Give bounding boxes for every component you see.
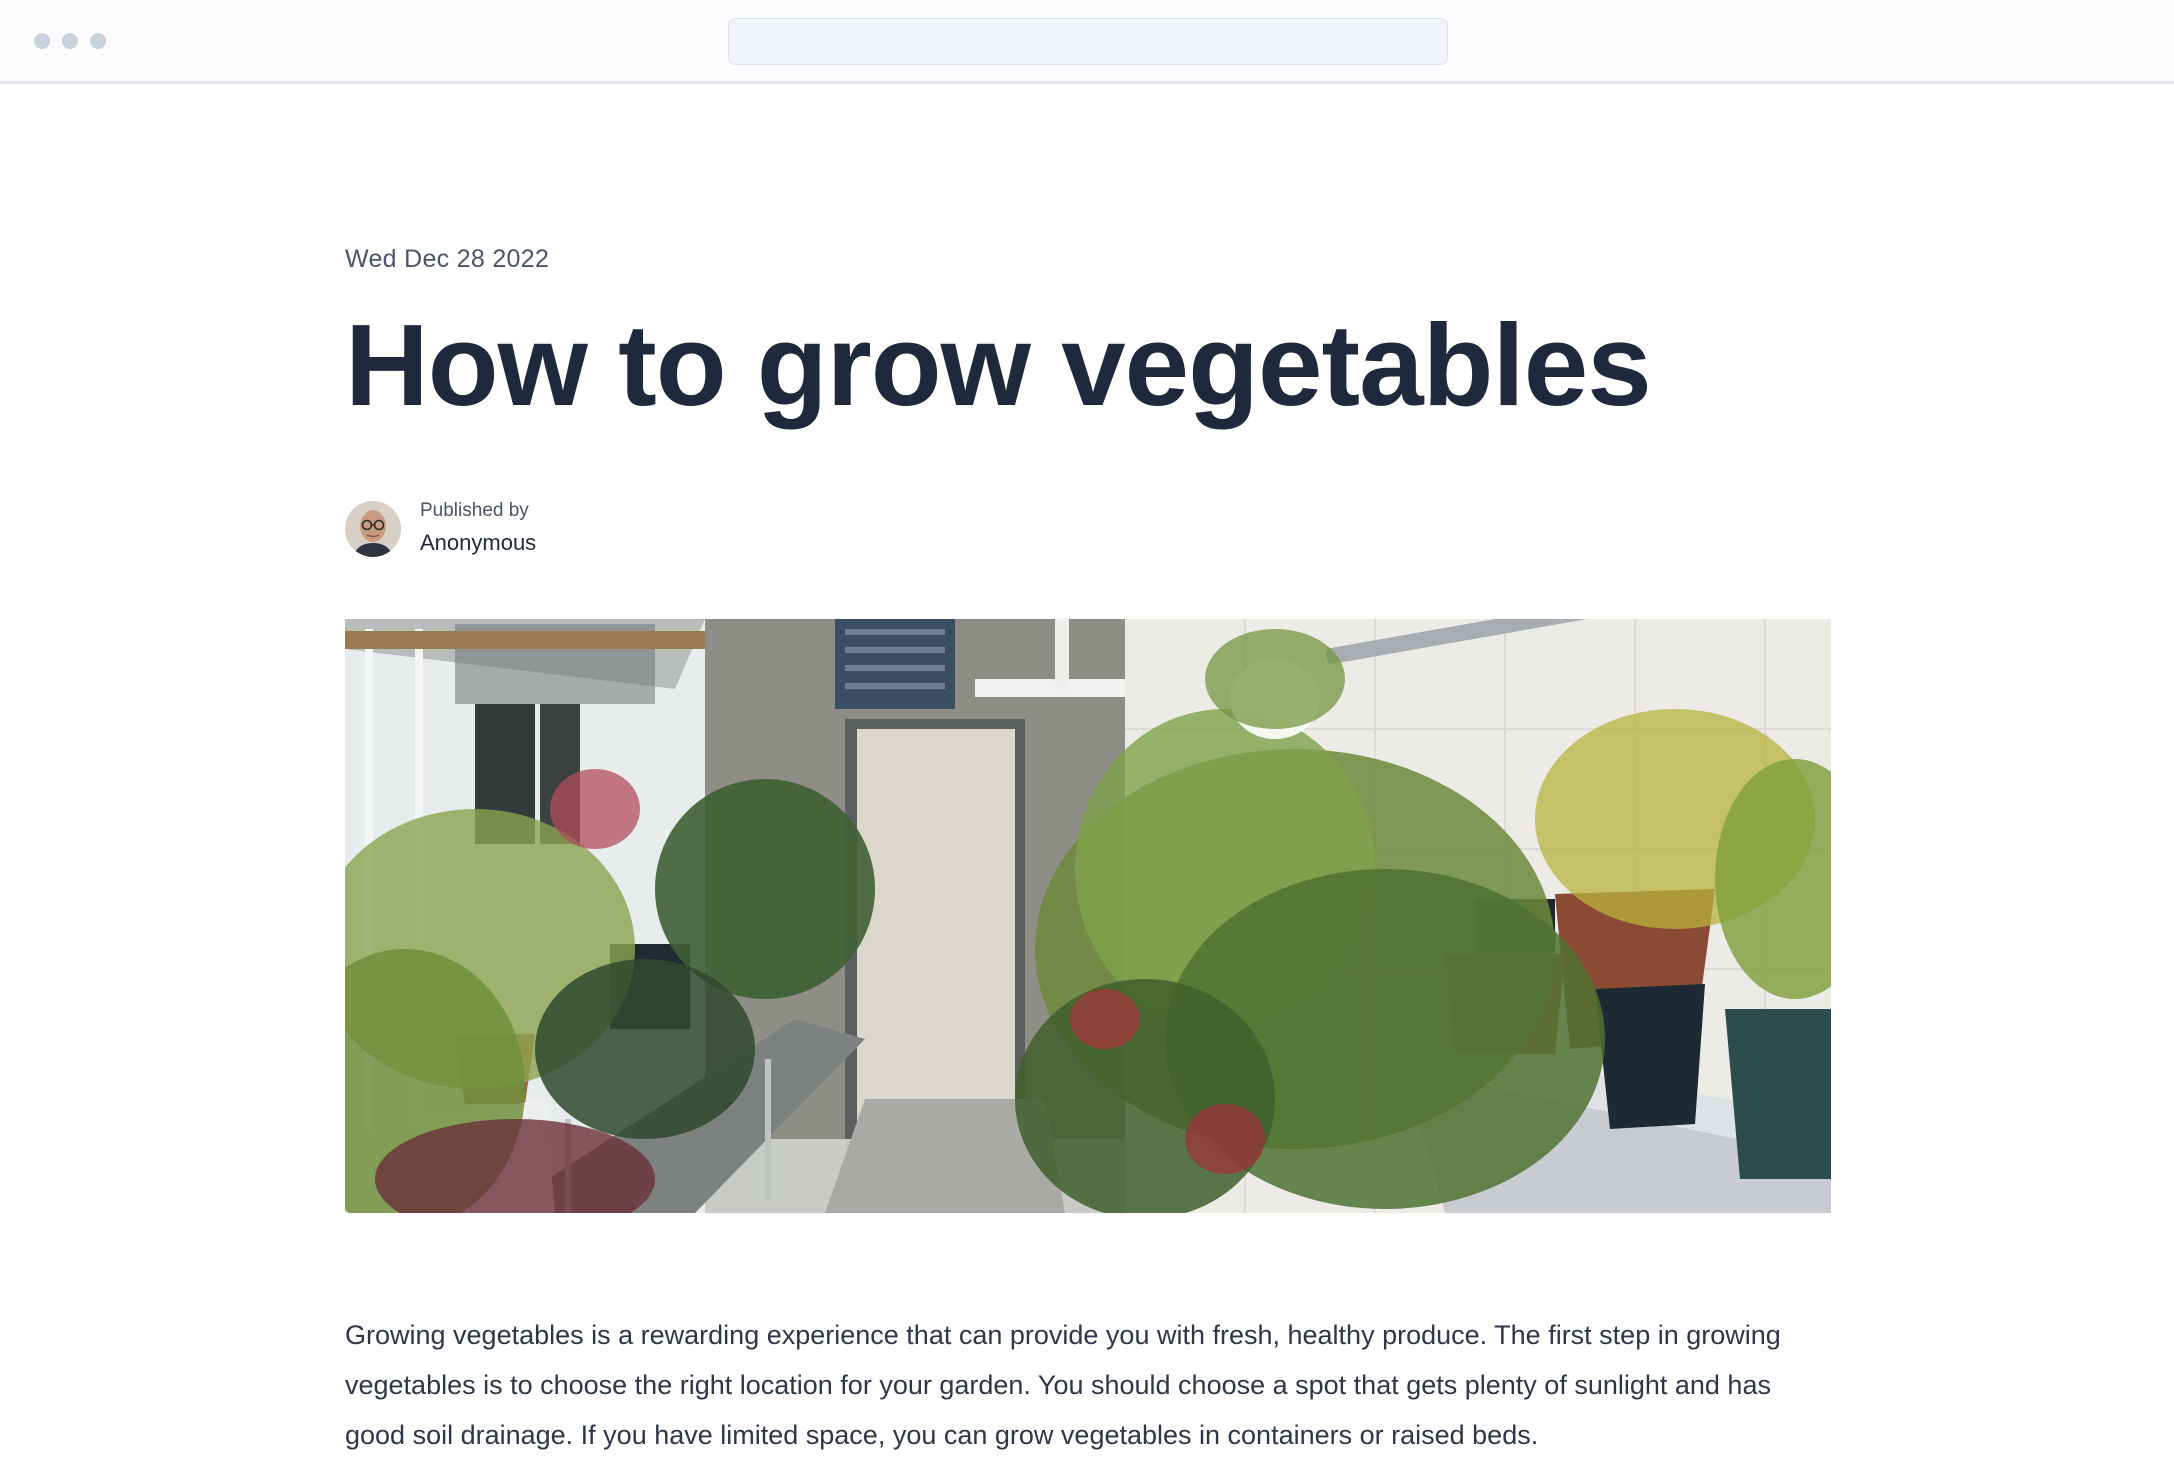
author-avatar <box>345 501 401 557</box>
address-bar[interactable] <box>728 18 1448 65</box>
author-byline: Published by Anonymous <box>345 498 536 560</box>
author-info: Published by Anonymous <box>420 498 536 560</box>
article-title: How to grow vegetables <box>345 300 1652 430</box>
window-maximize-dot[interactable] <box>90 33 106 49</box>
window-controls <box>34 33 106 49</box>
published-by-label: Published by <box>420 500 529 521</box>
hero-image <box>345 619 1831 1213</box>
article-date: Wed Dec 28 2022 <box>345 245 550 273</box>
author-name[interactable]: Anonymous <box>420 526 536 560</box>
article-body: Growing vegetables is a rewarding experi… <box>345 1320 1781 1450</box>
window-minimize-dot[interactable] <box>62 33 78 49</box>
window-close-dot[interactable] <box>34 33 50 49</box>
browser-toolbar <box>0 0 2174 84</box>
